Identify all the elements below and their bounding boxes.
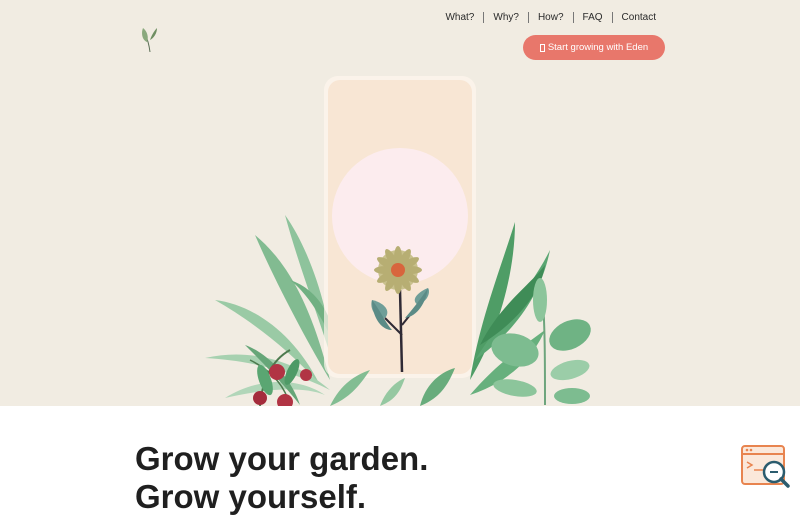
title-line-1: Grow your garden. — [135, 440, 429, 477]
browser-search-icon[interactable] — [741, 444, 791, 490]
page-title: Grow your garden. Grow yourself. — [135, 440, 428, 516]
nav-link-why[interactable]: Why? — [484, 12, 528, 23]
start-growing-button[interactable]: Start growing with Eden — [523, 35, 665, 60]
hero-illustration — [205, 76, 591, 406]
nav-link-contact[interactable]: Contact — [613, 12, 665, 23]
hero-section: What? Why? How? FAQ Contact Start growin… — [0, 0, 800, 406]
leaf-sprout-icon[interactable] — [139, 22, 161, 54]
start-growing-label: Start growing with Eden — [547, 42, 649, 53]
phone-illustration — [324, 76, 476, 378]
nav-link-what[interactable]: What? — [436, 12, 483, 23]
title-line-2: Grow yourself. — [135, 478, 367, 515]
nav-link-faq[interactable]: FAQ — [574, 12, 612, 23]
app-icon — [539, 43, 545, 52]
right-plant-illustration — [470, 222, 591, 406]
top-navigation: What? Why? How? FAQ Contact — [436, 12, 665, 23]
nav-link-how[interactable]: How? — [529, 12, 573, 23]
